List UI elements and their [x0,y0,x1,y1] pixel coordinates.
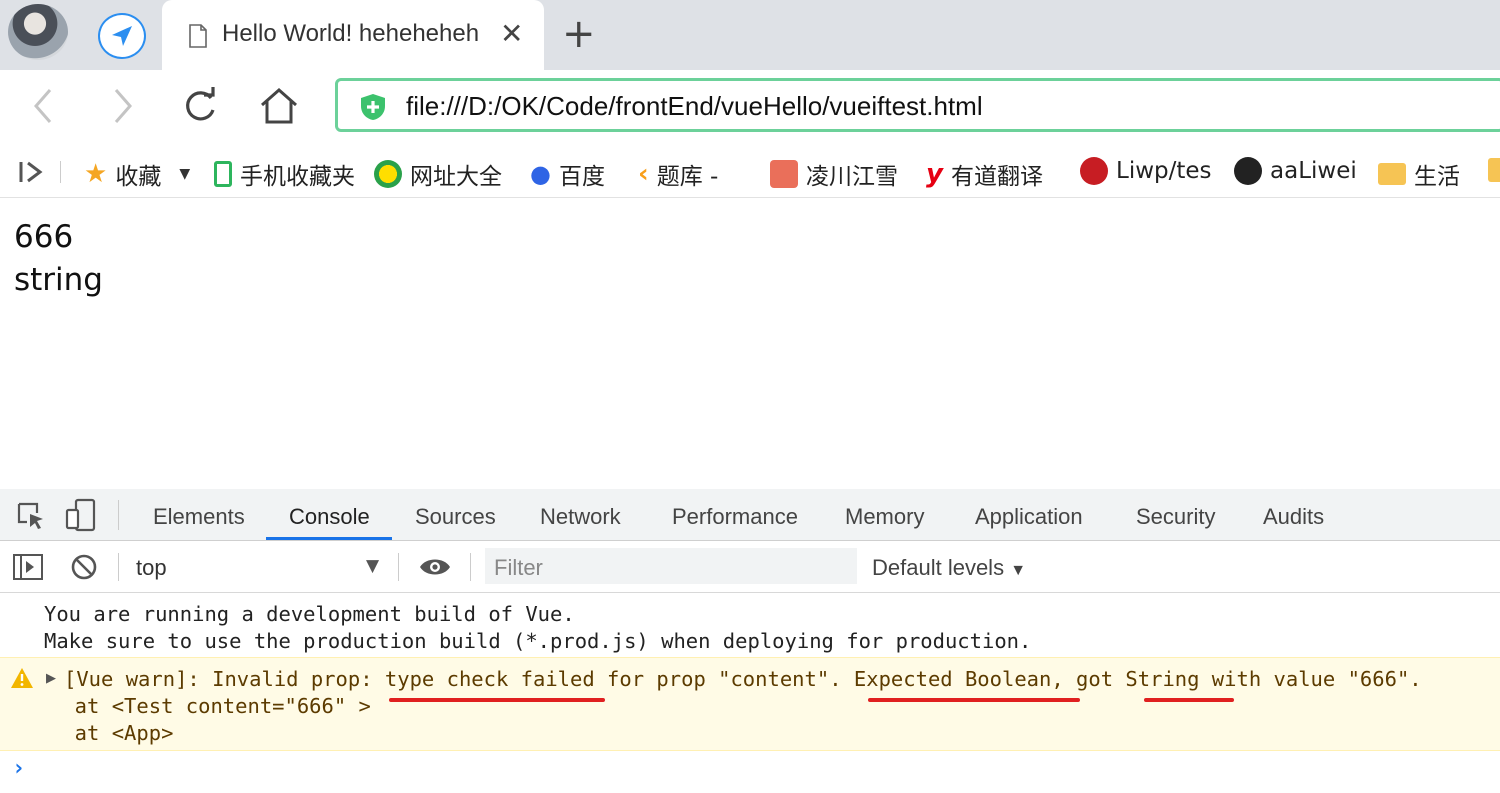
profile-avatar[interactable] [8,4,68,60]
log-levels-dropdown[interactable]: Default levels ▼ [872,555,1026,581]
content-type: string [14,262,103,298]
page-icon [188,24,208,52]
console-info-line: You are running a development build of V… [44,602,575,626]
navigate-icon[interactable] [98,13,146,59]
warning-icon [10,667,34,693]
jianshu-icon [770,160,798,188]
bookmark-9[interactable]: 生活 [1378,157,1460,191]
bookmark-4[interactable]: ‹ 题库 - [638,157,718,191]
back-icon[interactable] [30,86,56,130]
bookmark-label: Liwp/tes [1116,158,1212,184]
browser-tab[interactable]: Hello World! heheheheh ✕ [162,0,544,70]
secure-shield-icon [360,93,386,125]
bookmark-label: 生活 [1414,164,1460,190]
address-bar[interactable]: file:///D:/OK/Code/frontEnd/vueHello/vue… [335,78,1500,132]
plus-circle-icon [374,160,402,188]
content-value: 666 [14,219,74,255]
reload-icon[interactable] [180,86,220,130]
tab-sources[interactable]: Sources [415,504,496,530]
bookmark-label: 百度 [558,164,605,190]
bookmark-label: 收藏 [115,164,162,190]
bookmark-1[interactable]: 手机收藏夹 [214,157,355,191]
chevron-down-icon: ▼ [1010,562,1027,579]
annotation-underline [389,698,605,702]
context-select[interactable]: top [136,555,167,581]
github-icon [1234,157,1262,185]
forward-icon[interactable] [110,86,136,130]
gitee-icon [1080,157,1108,185]
device-toggle-icon[interactable] [64,498,98,536]
bookmark-5[interactable]: 凌川江雪 [770,157,898,191]
tab-memory[interactable]: Memory [845,504,924,530]
divider [118,553,119,581]
annotation-underline [1144,698,1234,702]
divider [60,161,61,183]
filter-input[interactable]: Filter [485,548,857,584]
clear-console-icon[interactable] [70,553,98,585]
tab-application[interactable]: Application [975,504,1083,530]
page-content [0,199,1500,489]
bookmark-label: 有道翻译 [950,164,1043,190]
bookmark-7[interactable]: Liwp/tes [1080,157,1212,185]
bookmark-3[interactable]: ● 百度 [530,157,605,191]
tab-audits[interactable]: Audits [1263,504,1324,530]
bookmark-label: 手机收藏夹 [240,164,355,190]
tab-title: Hello World! heheheheh [222,20,480,47]
bookmark-label: aaLiwei [1270,158,1357,184]
bookmark-label: 凌川江雪 [806,164,898,190]
folder-icon [1378,163,1406,185]
eye-icon[interactable] [418,555,452,583]
chevron-down-icon[interactable]: ▼ [366,556,379,576]
star-icon: ★ [84,159,108,189]
folder-icon[interactable] [1488,158,1500,182]
tab-console[interactable]: Console [289,504,370,530]
divider [470,553,471,581]
log-levels-label: Default levels [872,555,1005,580]
leetcode-icon: ‹ [638,159,649,189]
bookmark-label: 网址大全 [410,164,502,190]
close-icon[interactable]: ✕ [500,20,523,48]
tab-elements[interactable]: Elements [153,504,245,530]
tab-performance[interactable]: Performance [672,504,798,530]
home-icon[interactable] [258,86,300,130]
bookmark-6[interactable]: y 有道翻译 [926,157,1043,191]
divider [398,553,399,581]
console-info-line: Make sure to use the production build (*… [44,629,1032,653]
sidebar-panel-icon[interactable] [12,553,44,585]
stack-frame[interactable]: at <Test content="666" > [50,694,371,718]
new-tab-icon[interactable]: + [562,14,596,54]
active-tab-indicator [266,537,392,540]
paw-icon: ● [530,160,551,188]
chevron-down-icon: ▼ [179,166,191,182]
youdao-icon: y [926,159,943,189]
inspect-icon[interactable] [16,501,46,535]
annotation-underline [868,698,1080,702]
bookmark-2[interactable]: 网址大全 [374,157,502,191]
expand-triangle-icon[interactable]: ▶ [46,671,56,686]
phone-icon [214,161,232,187]
tab-network[interactable]: Network [540,504,621,530]
console-warning-message[interactable]: [Vue warn]: Invalid prop: type check fai… [64,667,1422,691]
bookmark-8[interactable]: aaLiwei [1234,157,1357,185]
url-text: file:///D:/OK/Code/frontEnd/vueHello/vue… [406,91,983,121]
tab-security[interactable]: Security [1136,504,1215,530]
divider [118,500,119,530]
stack-frame[interactable]: at <App> [50,721,174,745]
bookmark-0[interactable]: ★ 收藏 ▼ [84,157,190,191]
console-prompt-icon[interactable]: › [12,756,25,781]
bookmark-label: 题库 - [656,164,719,190]
sidebar-toggle-icon[interactable] [18,160,46,188]
